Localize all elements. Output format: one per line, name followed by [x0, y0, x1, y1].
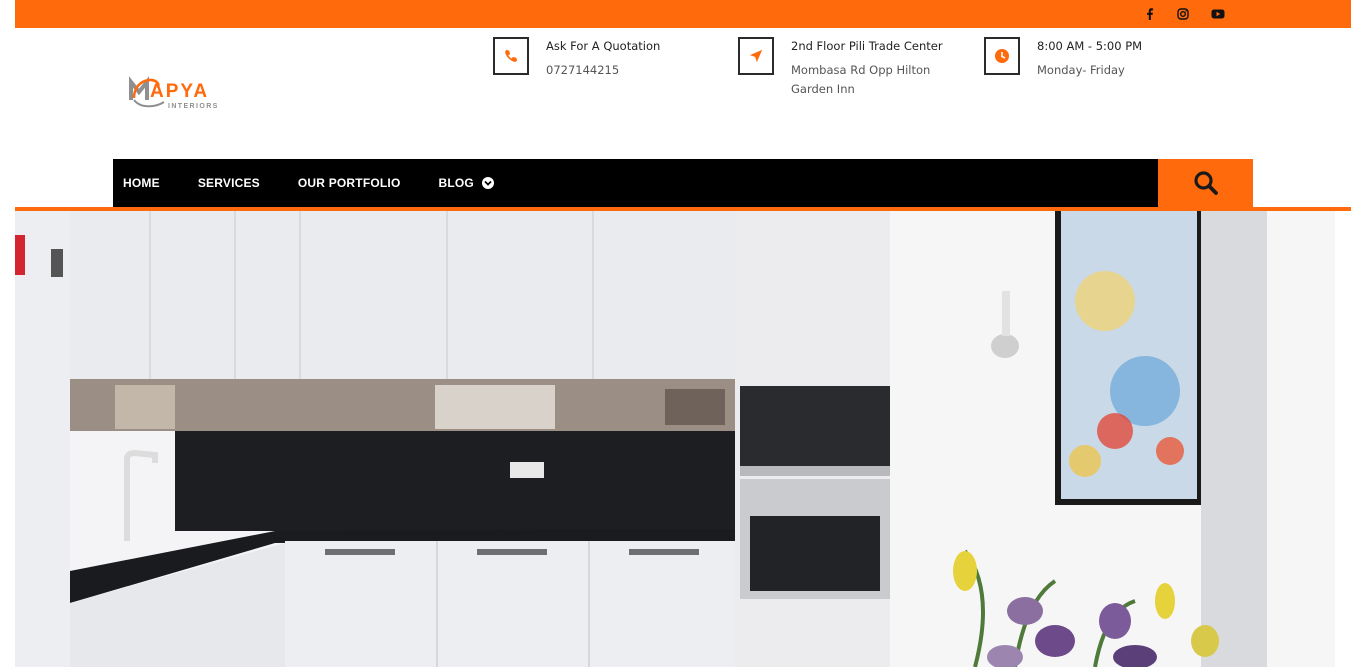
- nav-item-our-portfolio[interactable]: OUR PORTFOLIO: [298, 176, 401, 190]
- search-button[interactable]: [1158, 159, 1253, 207]
- hours-days: Monday- Friday: [1037, 63, 1125, 77]
- nav-item-blog[interactable]: BLOG: [439, 176, 494, 190]
- phone-number[interactable]: 0727144215: [546, 61, 660, 80]
- contact-location: 2nd Floor Pili Trade Center Mombasa Rd O…: [738, 37, 966, 99]
- nav-item-label: BLOG: [438, 176, 474, 190]
- chevron-down-icon: [481, 177, 494, 189]
- top-bar: [15, 0, 1351, 28]
- nav-item-label: HOME: [123, 176, 160, 190]
- contact-quotation: Ask For A Quotation 0727144215: [493, 37, 660, 80]
- search-icon: [1193, 171, 1218, 195]
- location-title: 2nd Floor Pili Trade Center: [791, 39, 943, 53]
- clock-icon: [984, 37, 1020, 75]
- nav-item-services[interactable]: SERVICES: [198, 176, 260, 190]
- svg-text:INTERIORS: INTERIORS: [168, 103, 219, 110]
- site-header: APYA INTERIORS Ask For A Quotation 07271…: [15, 28, 1351, 159]
- youtube-icon[interactable]: [1210, 6, 1226, 22]
- nav-item-label: OUR PORTFOLIO: [297, 176, 401, 190]
- location-address: Mombasa Rd Opp Hilton Garden Inn: [791, 63, 931, 96]
- mapya-logo[interactable]: APYA INTERIORS: [128, 70, 238, 110]
- nav-item-home[interactable]: HOME: [123, 176, 160, 190]
- svg-text:APYA: APYA: [150, 81, 209, 102]
- instagram-icon[interactable]: [1175, 6, 1191, 22]
- phone-icon: [493, 37, 529, 75]
- contact-hours: 8:00 AM - 5:00 PM Monday- Friday: [984, 37, 1142, 80]
- nav-item-label: SERVICES: [197, 176, 260, 190]
- hero-image: [15, 211, 1335, 667]
- quotation-title: Ask For A Quotation: [546, 39, 661, 53]
- hours-title: 8:00 AM - 5:00 PM: [1037, 39, 1143, 53]
- facebook-icon[interactable]: [1142, 6, 1158, 22]
- main-nav: HOME SERVICES OUR PORTFOLIO BLOG: [113, 159, 1158, 207]
- location-arrow-icon: [738, 37, 774, 75]
